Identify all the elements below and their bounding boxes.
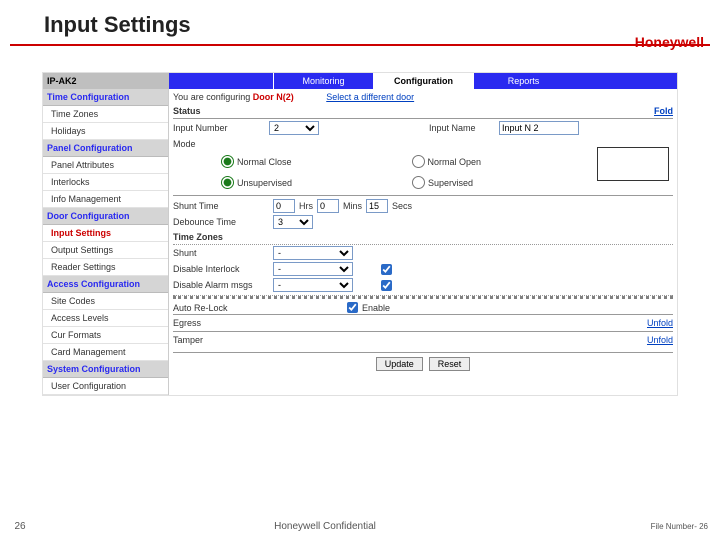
tz-shunt-select[interactable]: - [273,246,353,260]
shunt-mins-field[interactable] [317,199,339,213]
debounce-label: Debounce Time [173,217,269,227]
side-group-panel: Panel Configuration [43,140,168,157]
slide-footer: 26 Honeywell Confidential File Number- 2… [0,521,720,532]
sidebar-item-holidays[interactable]: Holidays [43,123,168,140]
reset-button[interactable]: Reset [429,357,471,371]
side-group-time: Time Configuration [43,89,168,106]
tz-disable-interlock-checkbox[interactable] [381,264,392,275]
configuring-line: You are configuring Door N(2) Select a d… [173,90,673,104]
hrs-label: Hrs [299,201,313,211]
egress-heading: Egress [173,318,201,328]
sidebar-item-access-levels[interactable]: Access Levels [43,310,168,327]
sidebar-item-output-settings[interactable]: Output Settings [43,242,168,259]
auto-relock-label: Auto Re-Lock [173,303,269,313]
mins-label: Mins [343,201,362,211]
wiring-diagram-icon [597,147,669,181]
tab-bar: IP-AK2 Monitoring Configuration Reports [43,73,677,89]
mode-normal-open-radio[interactable]: Normal Open [412,155,482,168]
mode-label: Mode [173,139,269,149]
auto-relock-checkbox[interactable] [347,302,358,313]
enable-label: Enable [362,303,390,313]
input-name-field[interactable] [499,121,579,135]
sidebar-item-card-management[interactable]: Card Management [43,344,168,361]
tamper-unfold-link[interactable]: Unfold [647,335,673,345]
app-frame: IP-AK2 Monitoring Configuration Reports … [42,72,678,396]
sidebar-item-reader-settings[interactable]: Reader Settings [43,259,168,276]
mode-normal-close-radio[interactable]: Normal Close [221,155,292,168]
tz-disable-interlock-label: Disable Interlock [173,264,269,274]
side-group-access: Access Configuration [43,276,168,293]
sidebar-item-info-management[interactable]: Info Management [43,191,168,208]
input-name-label: Input Name [429,123,499,133]
device-label: IP-AK2 [43,73,169,89]
sidebar: Time Configuration Time Zones Holidays P… [43,89,169,395]
mode-supervised-radio[interactable]: Supervised [412,176,473,189]
side-group-system: System Configuration [43,361,168,378]
sidebar-item-timezones[interactable]: Time Zones [43,106,168,123]
sidebar-item-cur-formats[interactable]: Cur Formats [43,327,168,344]
shunt-time-label: Shunt Time [173,201,269,211]
page-number: 26 [0,521,40,532]
file-number: File Number- 26 [610,522,720,531]
tz-shunt-label: Shunt [173,248,269,258]
mode-unsupervised-radio[interactable]: Unsupervised [221,176,292,189]
tz-disable-interlock-select[interactable]: - [273,262,353,276]
tz-disable-alarm-select[interactable]: - [273,278,353,292]
configuring-prefix: You are configuring [173,92,253,102]
sidebar-item-panel-attributes[interactable]: Panel Attributes [43,157,168,174]
secs-label: Secs [392,201,412,211]
debounce-select[interactable]: 3 [273,215,313,229]
sidebar-item-input-settings[interactable]: Input Settings [43,225,168,242]
tab-reports[interactable]: Reports [473,73,573,89]
update-button[interactable]: Update [376,357,423,371]
main-panel: You are configuring Door N(2) Select a d… [169,89,677,395]
tab-monitoring[interactable]: Monitoring [273,73,373,89]
slide-title: Input Settings [0,0,720,44]
status-heading: Status [173,106,201,116]
brand-logo: Honeywell [635,34,704,50]
timezones-heading: Time Zones [173,232,223,242]
configuring-door: Door N(2) [253,92,294,102]
shunt-secs-field[interactable] [366,199,388,213]
sidebar-item-user-configuration[interactable]: User Configuration [43,378,168,395]
confidential-label: Honeywell Confidential [40,521,610,532]
select-different-door-link[interactable]: Select a different door [326,92,414,102]
egress-unfold-link[interactable]: Unfold [647,318,673,328]
input-number-select[interactable]: 2 [269,121,319,135]
tab-configuration[interactable]: Configuration [373,73,473,89]
tz-disable-alarm-checkbox[interactable] [381,280,392,291]
tz-disable-alarm-label: Disable Alarm msgs [173,280,269,290]
title-rule [10,44,710,46]
side-group-door: Door Configuration [43,208,168,225]
shunt-hours-field[interactable] [273,199,295,213]
input-number-label: Input Number [173,123,269,133]
tamper-heading: Tamper [173,335,203,345]
fold-link[interactable]: Fold [654,106,673,116]
sidebar-item-site-codes[interactable]: Site Codes [43,293,168,310]
sidebar-item-interlocks[interactable]: Interlocks [43,174,168,191]
